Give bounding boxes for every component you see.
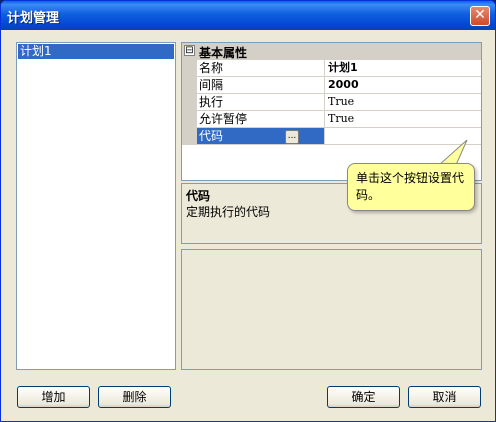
title-bar[interactable]: 计划管理 ✕ <box>1 1 495 30</box>
property-value[interactable]: True <box>326 111 481 127</box>
property-name: 允许暂停 <box>197 111 325 127</box>
ok-button[interactable]: 确定 <box>327 386 400 408</box>
property-name: 代码 <box>197 128 325 144</box>
window-title: 计划管理 <box>7 11 60 26</box>
property-row-execute[interactable]: 执行 True <box>197 94 481 111</box>
delete-button[interactable]: 删除 <box>98 386 171 408</box>
property-name: 执行 <box>197 94 325 110</box>
collapse-icon[interactable]: ⊟ <box>184 45 195 56</box>
list-item-plan1[interactable]: 计划1 <box>18 44 174 59</box>
category-basic-properties[interactable]: ⊟ 基本属性 <box>182 43 481 60</box>
tooltip-balloon: 单击这个按钮设置代码。 <box>347 163 475 211</box>
category-label: 基本属性 <box>199 46 248 60</box>
add-button[interactable]: 增加 <box>17 386 90 408</box>
property-row-allow-pause[interactable]: 允许暂停 True <box>197 111 481 128</box>
plan-manager-dialog: 计划管理 ✕ 计划1 ⊟ 基本属性 名称 计划1 间隔 2000 执行 True… <box>0 0 496 422</box>
cancel-button[interactable]: 取消 <box>408 386 481 408</box>
code-panel <box>181 249 482 370</box>
plan-list[interactable]: 计划1 <box>16 42 176 370</box>
property-value[interactable]: 2000 <box>326 77 481 93</box>
property-value[interactable]: True <box>326 94 481 110</box>
description-text: 定期执行的代码 <box>186 205 271 219</box>
grid-gutter <box>182 60 197 145</box>
property-value[interactable]: 计划1 <box>326 60 481 76</box>
property-row-name[interactable]: 名称 计划1 <box>197 60 481 77</box>
close-button[interactable]: ✕ <box>470 6 490 26</box>
tooltip-pointer <box>439 140 468 165</box>
code-ellipsis-button[interactable]: ... <box>285 130 299 144</box>
property-row-interval[interactable]: 间隔 2000 <box>197 77 481 94</box>
property-name: 间隔 <box>197 77 325 93</box>
description-title: 代码 <box>186 189 211 203</box>
property-name: 名称 <box>197 60 325 76</box>
property-grid[interactable]: ⊟ 基本属性 名称 计划1 间隔 2000 执行 True 允许暂停 True … <box>181 42 482 181</box>
